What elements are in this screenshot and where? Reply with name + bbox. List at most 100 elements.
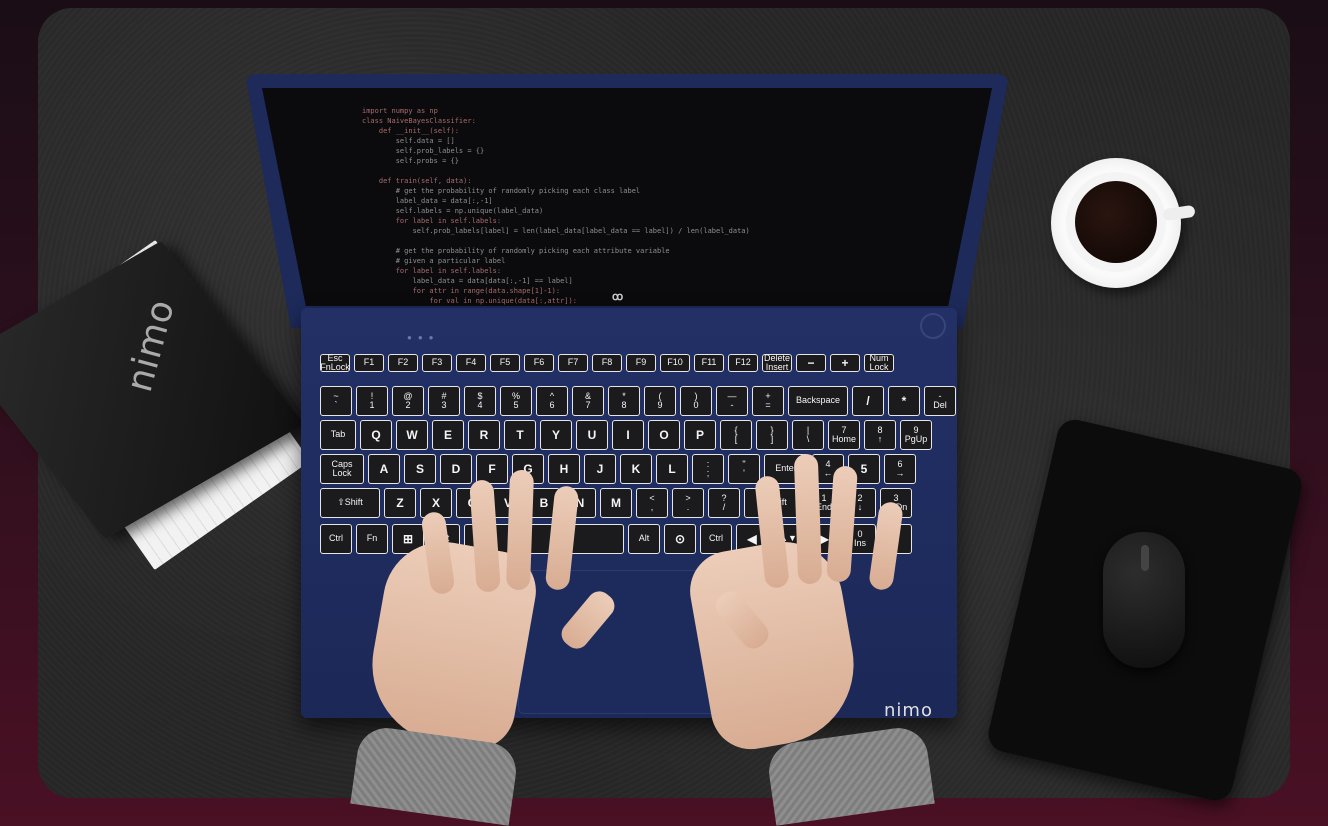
- key[interactable]: Caps Lock: [320, 454, 364, 484]
- key[interactable]: H: [548, 454, 580, 484]
- power-button[interactable]: [920, 313, 946, 339]
- code-line: for val in np.unique(data[:,attr]):: [362, 297, 577, 305]
- key[interactable]: Backspace: [788, 386, 848, 416]
- key[interactable]: # 3: [428, 386, 460, 416]
- key[interactable]: ⇧Shift: [320, 488, 380, 518]
- code-line: for label in self.labels:: [362, 217, 502, 225]
- key[interactable]: 6 →: [884, 454, 916, 484]
- key[interactable]: T: [504, 420, 536, 450]
- code-line: self.prob_labels = {}: [362, 147, 485, 155]
- key[interactable]: 9 PgUp: [900, 420, 932, 450]
- key[interactable]: F2: [388, 354, 418, 372]
- key[interactable]: Alt: [628, 524, 660, 554]
- key[interactable]: @ 2: [392, 386, 424, 416]
- key[interactable]: Y: [540, 420, 572, 450]
- key[interactable]: O: [648, 420, 680, 450]
- keyboard-row: CtrlFn⊞AltAlt⊙Ctrl◀▲▼▶0 Ins.: [320, 524, 912, 554]
- key[interactable]: F10: [660, 354, 690, 372]
- key[interactable]: /: [852, 386, 884, 416]
- key[interactable]: ( 9: [644, 386, 676, 416]
- key[interactable]: *: [888, 386, 920, 416]
- key[interactable]: ! 1: [356, 386, 388, 416]
- key[interactable]: U: [576, 420, 608, 450]
- key[interactable]: Tab: [320, 420, 356, 450]
- key[interactable]: + =: [752, 386, 784, 416]
- code-line: for label in self.labels:: [362, 267, 502, 275]
- key[interactable]: $ 4: [464, 386, 496, 416]
- key[interactable]: < ,: [636, 488, 668, 518]
- key[interactable]: J: [584, 454, 616, 484]
- code-line: for attr in range(data.shape[1]-1):: [362, 287, 561, 295]
- key[interactable]: P: [684, 420, 716, 450]
- key[interactable]: I: [612, 420, 644, 450]
- key[interactable]: ^ 6: [536, 386, 568, 416]
- key[interactable]: F6: [524, 354, 554, 372]
- key[interactable]: { [: [720, 420, 752, 450]
- key[interactable]: −: [796, 354, 826, 372]
- key[interactable]: Z: [384, 488, 416, 518]
- key[interactable]: : ;: [692, 454, 724, 484]
- key[interactable]: F8: [592, 354, 622, 372]
- key[interactable]: R: [468, 420, 500, 450]
- key[interactable]: F7: [558, 354, 588, 372]
- key[interactable]: > .: [672, 488, 704, 518]
- coffee: [1075, 181, 1157, 263]
- key[interactable]: Esc FnLock: [320, 353, 350, 372]
- key[interactable]: | \: [792, 420, 824, 450]
- key[interactable]: Fn: [356, 524, 388, 554]
- key[interactable]: ) 0: [680, 386, 712, 416]
- key[interactable]: " ': [728, 454, 760, 484]
- key[interactable]: M: [600, 488, 632, 518]
- key[interactable]: Num Lock: [864, 353, 894, 372]
- code-line: import numpy as np: [362, 107, 438, 115]
- laptop-screen: import numpy as np class NaiveBayesClassi…: [262, 88, 992, 306]
- key[interactable]: Ctrl: [700, 524, 732, 554]
- key[interactable]: ~ `: [320, 386, 352, 416]
- key[interactable]: Delete Insert: [762, 353, 792, 372]
- key[interactable]: Ctrl: [320, 524, 352, 554]
- key[interactable]: F4: [456, 354, 486, 372]
- key[interactable]: E: [432, 420, 464, 450]
- code-line: self.data = []: [362, 137, 455, 145]
- key[interactable]: 8 ↑: [864, 420, 896, 450]
- key[interactable]: F3: [422, 354, 452, 372]
- key[interactable]: F9: [626, 354, 656, 372]
- code-line: # get the probability of randomly pickin…: [362, 247, 670, 255]
- key[interactable]: W: [396, 420, 428, 450]
- keyboard-row: ~ `! 1 @ 2 # 3 $ 4% 5 ^ 6 & 7 * 8( 9) 0— - + = B…: [320, 386, 956, 416]
- key[interactable]: * 8: [608, 386, 640, 416]
- left-middle-finger: [505, 469, 535, 591]
- key[interactable]: — -: [716, 386, 748, 416]
- keyboard-row: Caps Lock A S D F G H J K L: ; " ' Enter 4 ← 5 6 →: [320, 454, 916, 484]
- code-line: # get the probability of randomly pickin…: [362, 187, 641, 195]
- code-line: label_data = data[data[:,-1] == label]: [362, 277, 573, 285]
- screen-bezel-logo: ꝏ: [612, 291, 624, 303]
- code-line: class NaiveBayesClassifier:: [362, 117, 476, 125]
- key[interactable]: S: [404, 454, 436, 484]
- keyboard-row: Esc FnLock F1 F2 F3 F4 F5 F6 F7 F8 F9 F10 F11 F12 Del…: [320, 353, 894, 372]
- key[interactable]: F11: [694, 354, 724, 372]
- key[interactable]: L: [656, 454, 688, 484]
- key[interactable]: F1: [354, 354, 384, 372]
- code-line: self.labels = np.unique(label_data): [362, 207, 544, 215]
- key[interactable]: 7 Home: [828, 420, 860, 450]
- key[interactable]: F5: [490, 354, 520, 372]
- code-line: def train(self, data):: [362, 177, 472, 185]
- right-middle-finger: [793, 453, 823, 585]
- key[interactable]: & 7: [572, 386, 604, 416]
- key[interactable]: % 5: [500, 386, 532, 416]
- key[interactable]: ? /: [708, 488, 740, 518]
- code-line: def __init__(self):: [362, 127, 459, 135]
- key[interactable]: F12: [728, 354, 758, 372]
- key[interactable]: A: [368, 454, 400, 484]
- key[interactable]: ⊙: [664, 524, 696, 554]
- key[interactable]: +: [830, 354, 860, 372]
- key[interactable]: K: [620, 454, 652, 484]
- key[interactable]: Q: [360, 420, 392, 450]
- key[interactable]: - Del: [924, 386, 956, 416]
- key[interactable]: } ]: [756, 420, 788, 450]
- code-line: # given a particular label: [362, 257, 506, 265]
- key[interactable]: D: [440, 454, 472, 484]
